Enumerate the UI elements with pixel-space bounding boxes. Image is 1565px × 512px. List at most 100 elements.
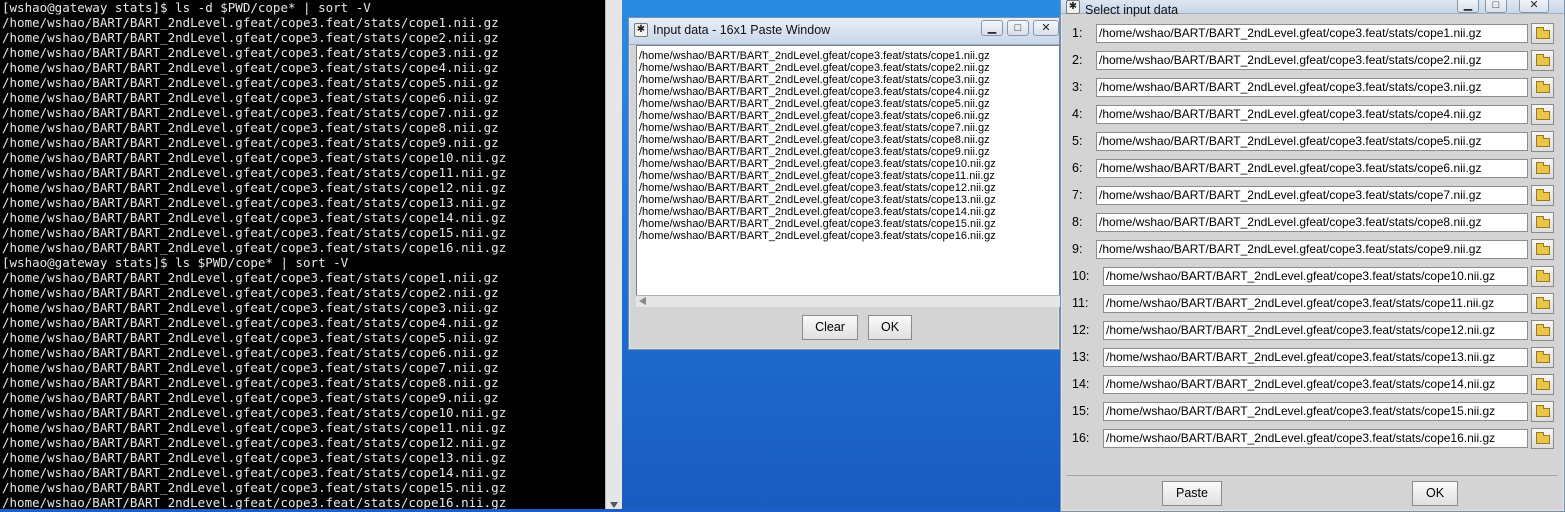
browse-folder-button[interactable] — [1531, 293, 1554, 314]
browse-folder-button[interactable] — [1531, 374, 1554, 395]
folder-icon — [1536, 54, 1550, 66]
folder-icon — [1536, 351, 1550, 363]
input-path-field[interactable]: /home/wshao/BART/BART_2ndLevel.gfeat/cop… — [1096, 159, 1528, 178]
terminal-scrollbar[interactable] — [605, 0, 622, 509]
paste-line: /home/wshao/BART/BART_2ndLevel.gfeat/cop… — [639, 206, 996, 218]
folder-icon — [1536, 243, 1550, 255]
app-icon: ✱ — [634, 23, 648, 37]
scroll-down-arrow-icon[interactable] — [610, 502, 618, 508]
terminal-line: /home/wshao/BART/BART_2ndLevel.gfeat/cop… — [2, 180, 507, 195]
row-number-label: 2: — [1072, 53, 1083, 67]
row-number-label: 4: — [1072, 107, 1083, 121]
paste-line: /home/wshao/BART/BART_2ndLevel.gfeat/cop… — [639, 158, 996, 170]
terminal-line: /home/wshao/BART/BART_2ndLevel.gfeat/cop… — [2, 75, 499, 90]
scroll-left-arrow-icon[interactable] — [639, 297, 646, 305]
paste-line: /home/wshao/BART/BART_2ndLevel.gfeat/cop… — [639, 110, 990, 122]
terminal-line: /home/wshao/BART/BART_2ndLevel.gfeat/cop… — [2, 315, 499, 330]
browse-folder-button[interactable] — [1531, 266, 1554, 287]
row-number-label: 13: — [1072, 350, 1090, 364]
terminal-line: /home/wshao/BART/BART_2ndLevel.gfeat/cop… — [2, 195, 507, 210]
browse-folder-button[interactable] — [1531, 158, 1554, 179]
paste-line: /home/wshao/BART/BART_2ndLevel.gfeat/cop… — [639, 86, 990, 98]
terminal-line: /home/wshao/BART/BART_2ndLevel.gfeat/cop… — [2, 420, 507, 435]
terminal-line: /home/wshao/BART/BART_2ndLevel.gfeat/cop… — [2, 360, 499, 375]
folder-icon — [1536, 270, 1550, 282]
row-number-label: 12: — [1072, 323, 1090, 337]
folder-icon — [1536, 378, 1550, 390]
minimize-icon[interactable]: ▁ — [1457, 0, 1479, 13]
terminal-line: /home/wshao/BART/BART_2ndLevel.gfeat/cop… — [2, 495, 507, 509]
terminal-line: /home/wshao/BART/BART_2ndLevel.gfeat/cop… — [2, 270, 499, 285]
minimize-icon[interactable]: ▁ — [981, 20, 1003, 36]
browse-folder-button[interactable] — [1531, 104, 1554, 125]
terminal-line: /home/wshao/BART/BART_2ndLevel.gfeat/cop… — [2, 375, 499, 390]
maximize-icon[interactable]: □ — [1485, 0, 1507, 13]
folder-icon — [1536, 297, 1550, 309]
terminal-line: /home/wshao/BART/BART_2ndLevel.gfeat/cop… — [2, 330, 499, 345]
input-path-field[interactable]: /home/wshao/BART/BART_2ndLevel.gfeat/cop… — [1103, 294, 1528, 313]
browse-folder-button[interactable] — [1531, 131, 1554, 152]
browse-folder-button[interactable] — [1531, 239, 1554, 260]
row-number-label: 16: — [1072, 431, 1090, 445]
paste-horizontal-scrollbar[interactable] — [636, 295, 1060, 307]
paste-textarea[interactable]: /home/wshao/BART/BART_2ndLevel.gfeat/cop… — [636, 45, 1060, 307]
clear-button[interactable]: Clear — [802, 315, 858, 340]
select-ok-button[interactable]: OK — [1412, 481, 1458, 506]
input-path-field[interactable]: /home/wshao/BART/BART_2ndLevel.gfeat/cop… — [1096, 132, 1528, 151]
terminal-line: /home/wshao/BART/BART_2ndLevel.gfeat/cop… — [2, 390, 499, 405]
browse-folder-button[interactable] — [1531, 77, 1554, 98]
folder-icon — [1536, 162, 1550, 174]
maximize-icon[interactable]: □ — [1007, 20, 1029, 36]
browse-folder-button[interactable] — [1531, 50, 1554, 71]
input-path-field[interactable]: /home/wshao/BART/BART_2ndLevel.gfeat/cop… — [1103, 429, 1528, 448]
terminal-line: /home/wshao/BART/BART_2ndLevel.gfeat/cop… — [2, 30, 499, 45]
browse-folder-button[interactable] — [1531, 212, 1554, 233]
folder-icon — [1536, 432, 1550, 444]
input-path-field[interactable]: /home/wshao/BART/BART_2ndLevel.gfeat/cop… — [1103, 321, 1528, 340]
terminal-line: /home/wshao/BART/BART_2ndLevel.gfeat/cop… — [2, 90, 499, 105]
terminal-line: /home/wshao/BART/BART_2ndLevel.gfeat/cop… — [2, 120, 499, 135]
input-path-field[interactable]: /home/wshao/BART/BART_2ndLevel.gfeat/cop… — [1103, 375, 1528, 394]
close-icon[interactable]: ✕ — [1519, 0, 1549, 13]
input-path-field[interactable]: /home/wshao/BART/BART_2ndLevel.gfeat/cop… — [1096, 78, 1528, 97]
paste-line: /home/wshao/BART/BART_2ndLevel.gfeat/cop… — [639, 146, 990, 158]
input-path-field[interactable]: /home/wshao/BART/BART_2ndLevel.gfeat/cop… — [1103, 348, 1528, 367]
input-path-field[interactable]: /home/wshao/BART/BART_2ndLevel.gfeat/cop… — [1096, 105, 1528, 124]
browse-folder-button[interactable] — [1531, 320, 1554, 341]
paste-line: /home/wshao/BART/BART_2ndLevel.gfeat/cop… — [639, 134, 990, 146]
browse-folder-button[interactable] — [1531, 401, 1554, 422]
paste-button[interactable]: Paste — [1162, 481, 1222, 506]
divider — [1066, 475, 1558, 476]
input-path-field[interactable]: /home/wshao/BART/BART_2ndLevel.gfeat/cop… — [1096, 186, 1528, 205]
browse-folder-button[interactable] — [1531, 185, 1554, 206]
terminal-line: /home/wshao/BART/BART_2ndLevel.gfeat/cop… — [2, 105, 499, 120]
row-number-label: 10: — [1072, 269, 1090, 283]
terminal-line: /home/wshao/BART/BART_2ndLevel.gfeat/cop… — [2, 285, 499, 300]
terminal-line: /home/wshao/BART/BART_2ndLevel.gfeat/cop… — [2, 300, 499, 315]
paste-line: /home/wshao/BART/BART_2ndLevel.gfeat/cop… — [639, 230, 996, 242]
browse-folder-button[interactable] — [1531, 23, 1554, 44]
input-path-field[interactable]: /home/wshao/BART/BART_2ndLevel.gfeat/cop… — [1103, 402, 1528, 421]
paste-line: /home/wshao/BART/BART_2ndLevel.gfeat/cop… — [639, 62, 990, 74]
select-window-titlebar[interactable]: ✱ Select input data ▁ □ ✕ — [1061, 0, 1564, 17]
row-number-label: 11: — [1072, 296, 1089, 310]
paste-ok-button[interactable]: OK — [868, 315, 912, 340]
input-path-field[interactable]: /home/wshao/BART/BART_2ndLevel.gfeat/cop… — [1096, 240, 1528, 259]
row-number-label: 9: — [1072, 242, 1083, 256]
input-path-field[interactable]: /home/wshao/BART/BART_2ndLevel.gfeat/cop… — [1096, 24, 1528, 43]
paste-window-title: Input data - 16x1 Paste Window — [653, 23, 831, 37]
terminal-line: /home/wshao/BART/BART_2ndLevel.gfeat/cop… — [2, 60, 499, 75]
input-path-field[interactable]: /home/wshao/BART/BART_2ndLevel.gfeat/cop… — [1103, 267, 1528, 286]
browse-folder-button[interactable] — [1531, 428, 1554, 449]
paste-window-titlebar[interactable]: ✱ Input data - 16x1 Paste Window ▁ □ ✕ — [629, 18, 1059, 45]
input-path-field[interactable]: /home/wshao/BART/BART_2ndLevel.gfeat/cop… — [1096, 51, 1528, 70]
terminal-line: /home/wshao/BART/BART_2ndLevel.gfeat/cop… — [2, 240, 507, 255]
browse-folder-button[interactable] — [1531, 347, 1554, 368]
paste-line: /home/wshao/BART/BART_2ndLevel.gfeat/cop… — [639, 50, 990, 62]
terminal-window[interactable]: [wshao@gateway stats]$ ls -d $PWD/cope* … — [0, 0, 605, 509]
paste-line: /home/wshao/BART/BART_2ndLevel.gfeat/cop… — [639, 98, 990, 110]
terminal-line: /home/wshao/BART/BART_2ndLevel.gfeat/cop… — [2, 15, 499, 30]
select-window-title: Select input data — [1085, 3, 1179, 17]
input-path-field[interactable]: /home/wshao/BART/BART_2ndLevel.gfeat/cop… — [1096, 213, 1528, 232]
close-icon[interactable]: ✕ — [1033, 20, 1059, 36]
